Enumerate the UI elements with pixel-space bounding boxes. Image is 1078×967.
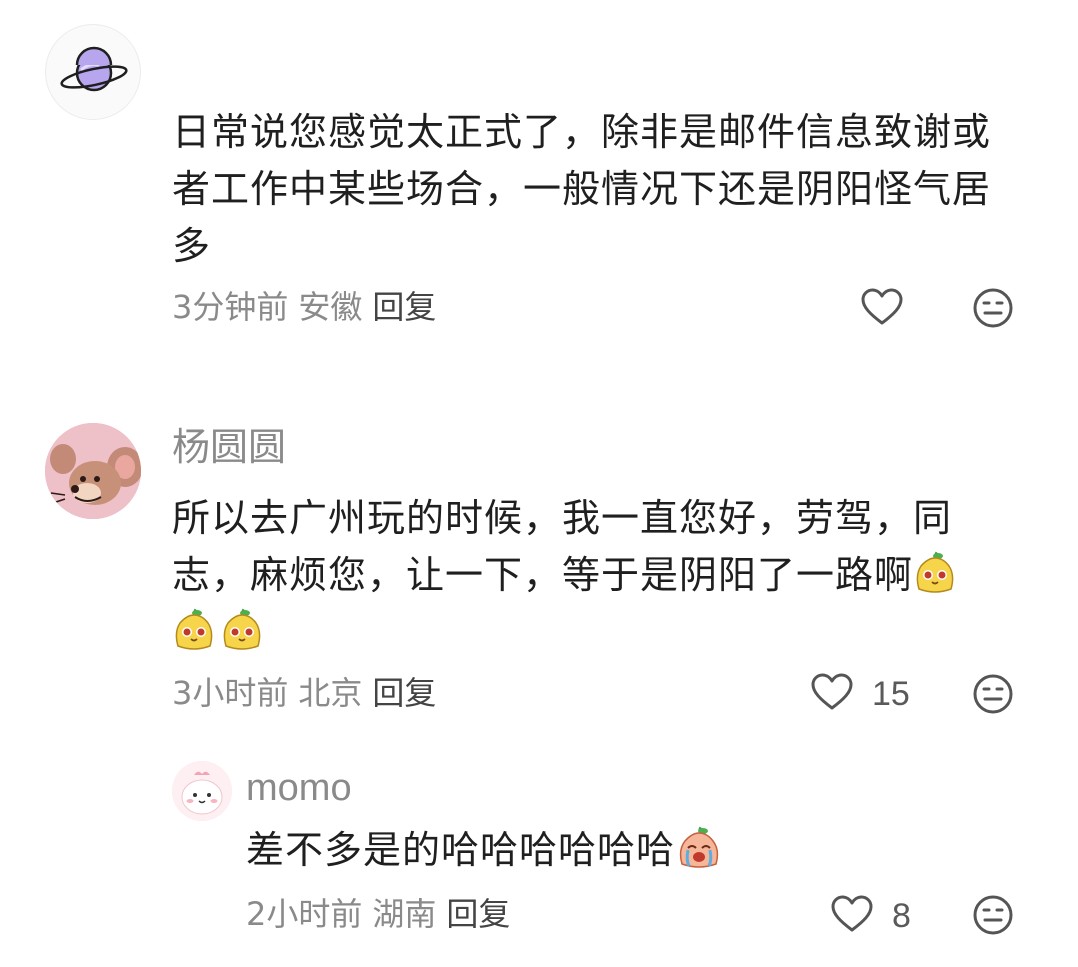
comment-text: 所以去广州玩的时候，我一直您好，劳驾，同志，麻烦您，让一下，等于是阴阳了一路啊: [172, 490, 1022, 661]
avatar[interactable]: [45, 24, 141, 120]
reply-button[interactable]: 回复: [372, 288, 436, 326]
dislike-button[interactable]: [972, 287, 1014, 333]
like-button[interactable]: 15: [810, 672, 910, 716]
username[interactable]: momo: [246, 766, 352, 810]
username[interactable]: 杨圆圆: [172, 425, 286, 469]
like-button[interactable]: [860, 287, 904, 331]
reply-time: 2小时前: [246, 895, 363, 933]
neutral-face-icon: [972, 287, 1014, 333]
neutral-face-icon: [972, 673, 1014, 719]
reply-button[interactable]: 回复: [446, 895, 510, 933]
comment-location: 北京: [298, 674, 363, 712]
reply-meta: 2小时前 湖南 回复: [246, 894, 510, 934]
comment-location: 安徽: [298, 288, 363, 326]
like-count: 15: [872, 674, 910, 713]
dislike-button[interactable]: [972, 894, 1014, 940]
avatar[interactable]: [172, 761, 232, 821]
dislike-button[interactable]: [972, 673, 1014, 719]
reply-text-content: 差不多是的哈哈哈哈哈哈: [246, 828, 676, 872]
yellow-blob-emoji: [913, 551, 957, 595]
comment-time: 3分钟前: [172, 288, 289, 326]
laughing-crying-emoji: [677, 826, 721, 870]
reply-location: 湖南: [372, 895, 437, 933]
comment-meta: 3分钟前 安徽 回复: [172, 287, 436, 327]
yellow-blob-emoji: [172, 608, 216, 652]
comment-time: 3小时前: [172, 674, 289, 712]
heart-outline-icon: [810, 672, 854, 716]
reply-button[interactable]: 回复: [372, 674, 436, 712]
like-count: 8: [892, 896, 911, 935]
neutral-face-icon: [972, 894, 1014, 940]
heart-outline-icon: [830, 894, 874, 938]
yellow-blob-emoji: [220, 608, 264, 652]
reply-text: 差不多是的哈哈哈哈哈哈: [246, 822, 1026, 879]
comment-text: 日常说您感觉太正式了，除非是邮件信息致谢或者工作中某些场合，一般情况下还是阴阳怪…: [172, 110, 992, 268]
avatar[interactable]: [45, 423, 141, 519]
like-button[interactable]: 8: [830, 894, 911, 938]
comment-meta: 3小时前 北京 回复: [172, 673, 436, 713]
heart-outline-icon: [860, 287, 904, 331]
comment-text-content: 所以去广州玩的时候，我一直您好，劳驾，同志，麻烦您，让一下，等于是阴阳了一路啊: [172, 496, 953, 597]
